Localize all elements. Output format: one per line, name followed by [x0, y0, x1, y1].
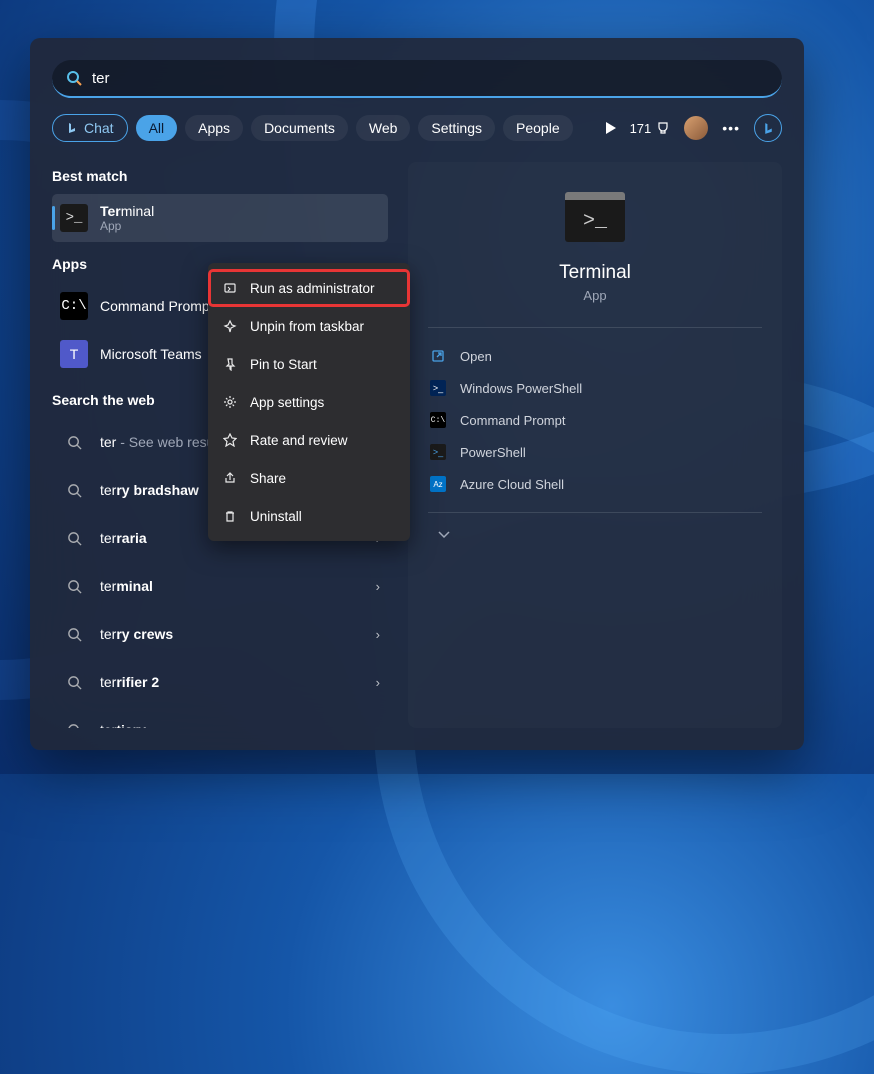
ctx-label: Rate and review: [250, 433, 348, 448]
overflow-play-icon[interactable]: [606, 122, 616, 134]
action-label: Windows PowerShell: [460, 381, 582, 396]
ctx-unpin[interactable]: Unpin from taskbar: [208, 307, 410, 345]
pin-icon: [222, 356, 238, 372]
search-icon: [60, 716, 88, 728]
filter-apps[interactable]: Apps: [185, 115, 243, 141]
panel-action-open[interactable]: Open: [428, 340, 762, 372]
panel-action-cmd[interactable]: C:\ Command Prompt: [428, 404, 762, 436]
ctx-share[interactable]: Share: [208, 459, 410, 497]
divider: [428, 327, 762, 328]
terminal-icon: >_: [60, 204, 88, 232]
panel-action-ps[interactable]: >_ Windows PowerShell: [428, 372, 762, 404]
ctx-pin[interactable]: Pin to Start: [208, 345, 410, 383]
ctx-label: Run as administrator: [250, 281, 375, 296]
suggestion-text: terrifier 2: [100, 674, 364, 690]
start-menu: ter Chat All Apps Documents Web Settings…: [30, 38, 804, 750]
filter-chat[interactable]: Chat: [52, 114, 128, 142]
ctx-gear[interactable]: App settings: [208, 383, 410, 421]
action-label: Open: [460, 349, 492, 364]
ctx-star[interactable]: Rate and review: [208, 421, 410, 459]
more-icon[interactable]: •••: [722, 120, 740, 136]
filter-settings[interactable]: Settings: [418, 115, 495, 141]
search-input[interactable]: ter: [52, 60, 782, 98]
ctx-trash[interactable]: Uninstall: [208, 497, 410, 535]
panel-title: Terminal: [559, 262, 631, 284]
ctx-admin[interactable]: Run as administrator: [208, 269, 410, 307]
action-label: Azure Cloud Shell: [460, 477, 564, 492]
filter-documents[interactable]: Documents: [251, 115, 348, 141]
suggestion-text: tertiary: [100, 722, 364, 728]
ctx-label: Uninstall: [250, 509, 302, 524]
chevron-right-icon: ›: [376, 579, 380, 594]
rewards-points[interactable]: 171: [630, 121, 671, 136]
chevron-right-icon: ›: [376, 627, 380, 642]
search-icon: [60, 620, 88, 648]
search-icon: [60, 668, 88, 696]
suggestion-text: terry crews: [100, 626, 364, 642]
suggestion-text: terminal: [100, 578, 364, 594]
panel-action-ps2[interactable]: >_ PowerShell: [428, 436, 762, 468]
open-icon: [430, 348, 446, 364]
terminal-app-icon: >_: [565, 192, 625, 242]
filter-all[interactable]: All: [136, 115, 178, 141]
admin-icon: [222, 280, 238, 296]
context-menu: Run as administrator Unpin from taskbar …: [208, 263, 410, 541]
ps-icon: >_: [430, 380, 446, 396]
result-terminal[interactable]: >_ Terminal App: [52, 194, 388, 242]
search-icon: [60, 524, 88, 552]
action-label: Command Prompt: [460, 413, 565, 428]
divider: [428, 512, 762, 513]
search-query: ter: [92, 70, 110, 87]
preview-panel: >_ Terminal App Open >_ Windows PowerShel…: [408, 162, 782, 728]
expand-chevron-icon[interactable]: [428, 525, 762, 539]
bing-icon: [66, 122, 78, 134]
filter-people[interactable]: People: [503, 115, 573, 141]
trash-icon: [222, 508, 238, 524]
web-suggestion[interactable]: tertiary ›: [52, 706, 388, 728]
result-subtitle: App: [100, 219, 380, 233]
search-icon: [66, 70, 82, 86]
search-icon: [60, 572, 88, 600]
ctx-label: Pin to Start: [250, 357, 317, 372]
chevron-right-icon: ›: [376, 723, 380, 729]
ctx-label: Unpin from taskbar: [250, 319, 364, 334]
panel-action-azure[interactable]: Az Azure Cloud Shell: [428, 468, 762, 500]
ps2-icon: >_: [430, 444, 446, 460]
gear-icon: [222, 394, 238, 410]
user-avatar[interactable]: [684, 116, 708, 140]
filter-row: Chat All Apps Documents Web Settings Peo…: [52, 114, 782, 142]
panel-subtitle: App: [583, 288, 606, 303]
chevron-right-icon: ›: [376, 675, 380, 690]
star-icon: [222, 432, 238, 448]
cmd-icon: C:\: [60, 292, 88, 320]
filter-web[interactable]: Web: [356, 115, 411, 141]
azure-icon: Az: [430, 476, 446, 492]
web-suggestion[interactable]: terrifier 2 ›: [52, 658, 388, 706]
bing-chat-icon[interactable]: [754, 114, 782, 142]
unpin-icon: [222, 318, 238, 334]
search-icon: [60, 428, 88, 456]
action-label: PowerShell: [460, 445, 526, 460]
web-suggestion[interactable]: terminal ›: [52, 562, 388, 610]
ctx-label: App settings: [250, 395, 324, 410]
result-title: Terminal: [100, 203, 380, 219]
search-icon: [60, 476, 88, 504]
trophy-icon: [656, 121, 670, 135]
ctx-label: Share: [250, 471, 286, 486]
cmd-icon: C:\: [430, 412, 446, 428]
share-icon: [222, 470, 238, 486]
teams-icon: T: [60, 340, 88, 368]
section-best-match: Best match: [52, 168, 388, 184]
web-suggestion[interactable]: terry crews ›: [52, 610, 388, 658]
